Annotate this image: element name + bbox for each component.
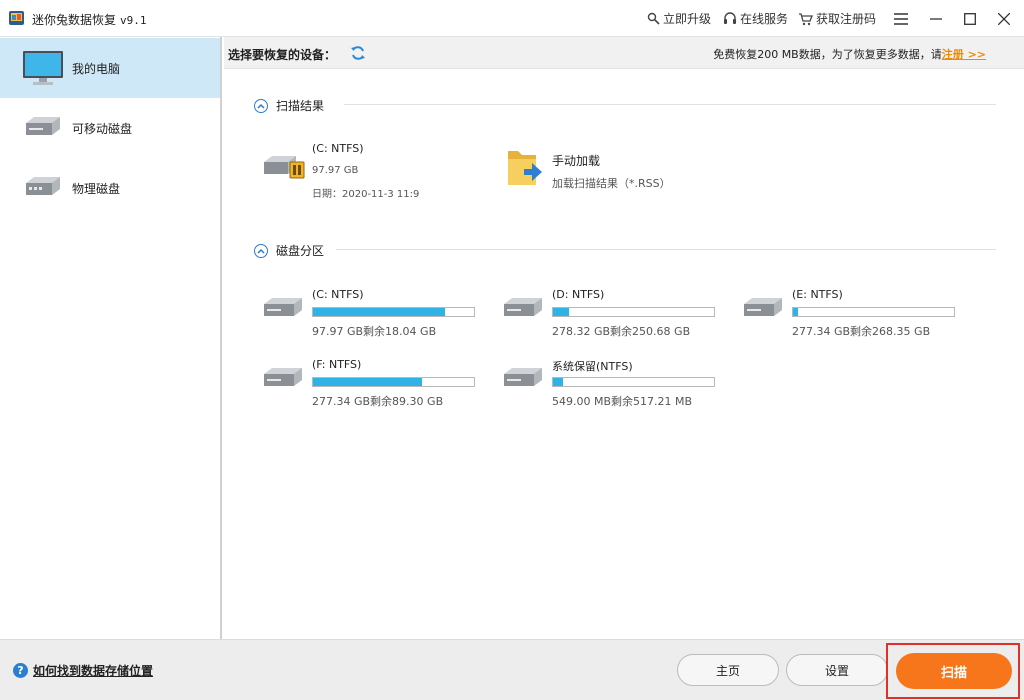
- scan-highlight-box: 扫描: [886, 643, 1020, 699]
- usage-bar-fill: [313, 378, 423, 386]
- drive-icon: [744, 298, 782, 316]
- section-divider: [344, 104, 996, 105]
- usage-bar: [312, 377, 475, 387]
- section-divider: [336, 249, 996, 250]
- drive-icon: [26, 117, 60, 135]
- partition-name: (D: NTFS): [552, 288, 605, 301]
- partition-capacity: 277.34 GB剩余89.30 GB: [312, 395, 444, 408]
- monitor-icon: [23, 51, 63, 85]
- get-code-label: 获取注册码: [816, 12, 877, 26]
- usage-bar: [312, 307, 475, 317]
- result-drive-size: 97.97 GB: [312, 165, 359, 176]
- footer-bar: ? 如何找到数据存储位置 主页 设置 扫描: [0, 639, 1024, 700]
- partition-capacity: 277.34 GB剩余268.35 GB: [792, 325, 931, 338]
- close-button[interactable]: [991, 6, 1017, 32]
- partition-f[interactable]: (F: NTFS) 277.34 GB剩余89.30 GB: [262, 358, 492, 418]
- usage-bar-fill: [553, 378, 563, 386]
- title-bar: 迷你兔数据恢复 v9.1 立即升级 在线服务 获取注册码: [0, 0, 1024, 37]
- drive-icon: [504, 298, 542, 316]
- scan-results-title: 扫描结果: [276, 99, 325, 113]
- online-service-label: 在线服务: [740, 12, 789, 26]
- minimize-button[interactable]: [923, 6, 949, 32]
- usage-bar: [792, 307, 955, 317]
- partition-e[interactable]: (E: NTFS) 277.34 GB剩余268.35 GB: [742, 288, 972, 348]
- partition-capacity: 549.00 MB剩余517.21 MB: [552, 395, 693, 408]
- help-icon: ?: [13, 663, 28, 678]
- home-button[interactable]: 主页: [677, 654, 779, 686]
- partition-c[interactable]: (C: NTFS) 97.97 GB剩余18.04 GB: [262, 288, 492, 348]
- sidebar: 我的电脑 可移动磁盘 物理磁盘: [0, 37, 222, 639]
- upgrade-link[interactable]: 立即升级: [647, 10, 711, 27]
- drive-icon: [504, 368, 542, 386]
- partition-system-reserved[interactable]: 系统保留(NTFS) 549.00 MB剩余517.21 MB: [502, 358, 732, 418]
- close-icon: [998, 13, 1010, 25]
- scan-button[interactable]: 扫描: [896, 653, 1012, 689]
- folder-load-icon: [508, 151, 542, 185]
- get-code-link[interactable]: 获取注册码: [798, 10, 876, 27]
- app-logo-icon: [9, 11, 24, 25]
- result-scan-date: 日期：2020-11-3 11:9: [312, 189, 420, 200]
- menu-button[interactable]: [888, 6, 914, 32]
- partitions-title: 磁盘分区: [276, 244, 325, 258]
- physical-disk-icon: [26, 177, 60, 195]
- sidebar-item-removable-disk[interactable]: 可移动磁盘: [0, 98, 220, 158]
- cart-icon: [799, 12, 813, 25]
- drive-icon: [264, 368, 302, 386]
- collapse-scan-results-button[interactable]: [254, 98, 268, 113]
- sidebar-item-label: 我的电脑: [72, 61, 121, 76]
- partition-name: 系统保留(NTFS): [552, 360, 633, 373]
- maximize-icon: [964, 13, 976, 25]
- hamburger-icon: [894, 13, 908, 25]
- usage-bar-fill: [553, 308, 570, 316]
- key-icon: [647, 12, 660, 25]
- manual-load-desc: 加载扫描结果（*.RSS）: [552, 177, 671, 190]
- partition-name: (C: NTFS): [312, 288, 364, 301]
- headset-icon: [724, 11, 736, 24]
- promo-text: 免费恢复200 MB数据，为了恢复更多数据，请: [713, 48, 942, 61]
- app-title: 迷你兔数据恢复 v9.1: [32, 13, 147, 27]
- settings-button[interactable]: 设置: [786, 654, 888, 686]
- minimize-icon: [930, 18, 942, 20]
- manual-load-title: 手动加载: [552, 154, 601, 168]
- usage-bar-fill: [793, 308, 798, 316]
- partition-capacity: 278.32 GB剩余250.68 GB: [552, 325, 691, 338]
- drive-with-result-icon: [264, 156, 305, 179]
- sidebar-item-physical-disk[interactable]: 物理磁盘: [0, 158, 220, 218]
- collapse-partitions-button[interactable]: [254, 243, 268, 258]
- sidebar-item-label: 可移动磁盘: [72, 121, 133, 136]
- sidebar-item-label: 物理磁盘: [72, 181, 121, 196]
- usage-bar-fill: [313, 308, 446, 316]
- partition-d[interactable]: (D: NTFS) 278.32 GB剩余250.68 GB: [502, 288, 732, 348]
- free-quota-promo: 免费恢复200 MB数据，为了恢复更多数据，请注册 >>: [713, 46, 986, 62]
- select-device-title: 选择要恢复的设备：: [228, 48, 337, 62]
- partition-capacity: 97.97 GB剩余18.04 GB: [312, 325, 437, 338]
- sidebar-item-my-computer[interactable]: 我的电脑: [0, 38, 220, 98]
- chevron-up-icon: [257, 103, 265, 109]
- drive-icon: [264, 298, 302, 316]
- online-service-link[interactable]: 在线服务: [723, 10, 788, 27]
- partition-name: (E: NTFS): [792, 288, 843, 301]
- device-header: 选择要恢复的设备： 免费恢复200 MB数据，为了恢复更多数据，请注册 >>: [224, 37, 1024, 69]
- main-panel: 选择要恢复的设备： 免费恢复200 MB数据，为了恢复更多数据，请注册 >> 扫…: [224, 37, 1024, 639]
- usage-bar: [552, 307, 715, 317]
- scan-result-item[interactable]: (C: NTFS) 97.97 GB 日期：2020-11-3 11:9: [262, 140, 462, 200]
- chevron-up-icon: [257, 248, 265, 254]
- partitions-header: 磁盘分区: [254, 242, 324, 259]
- scan-results-header: 扫描结果: [254, 97, 324, 114]
- upgrade-label: 立即升级: [663, 12, 712, 26]
- help-link-label: 如何找到数据存储位置: [33, 664, 154, 678]
- partition-name: (F: NTFS): [312, 358, 362, 371]
- manual-load-item[interactable]: 手动加载 加载扫描结果（*.RSS）: [506, 145, 726, 197]
- refresh-icon[interactable]: [350, 45, 366, 61]
- register-link[interactable]: 注册 >>: [942, 48, 986, 61]
- help-link[interactable]: ? 如何找到数据存储位置: [13, 662, 153, 679]
- maximize-button[interactable]: [957, 6, 983, 32]
- app-version: v9.1: [120, 14, 147, 27]
- usage-bar: [552, 377, 715, 387]
- result-drive-name: (C: NTFS): [312, 142, 364, 155]
